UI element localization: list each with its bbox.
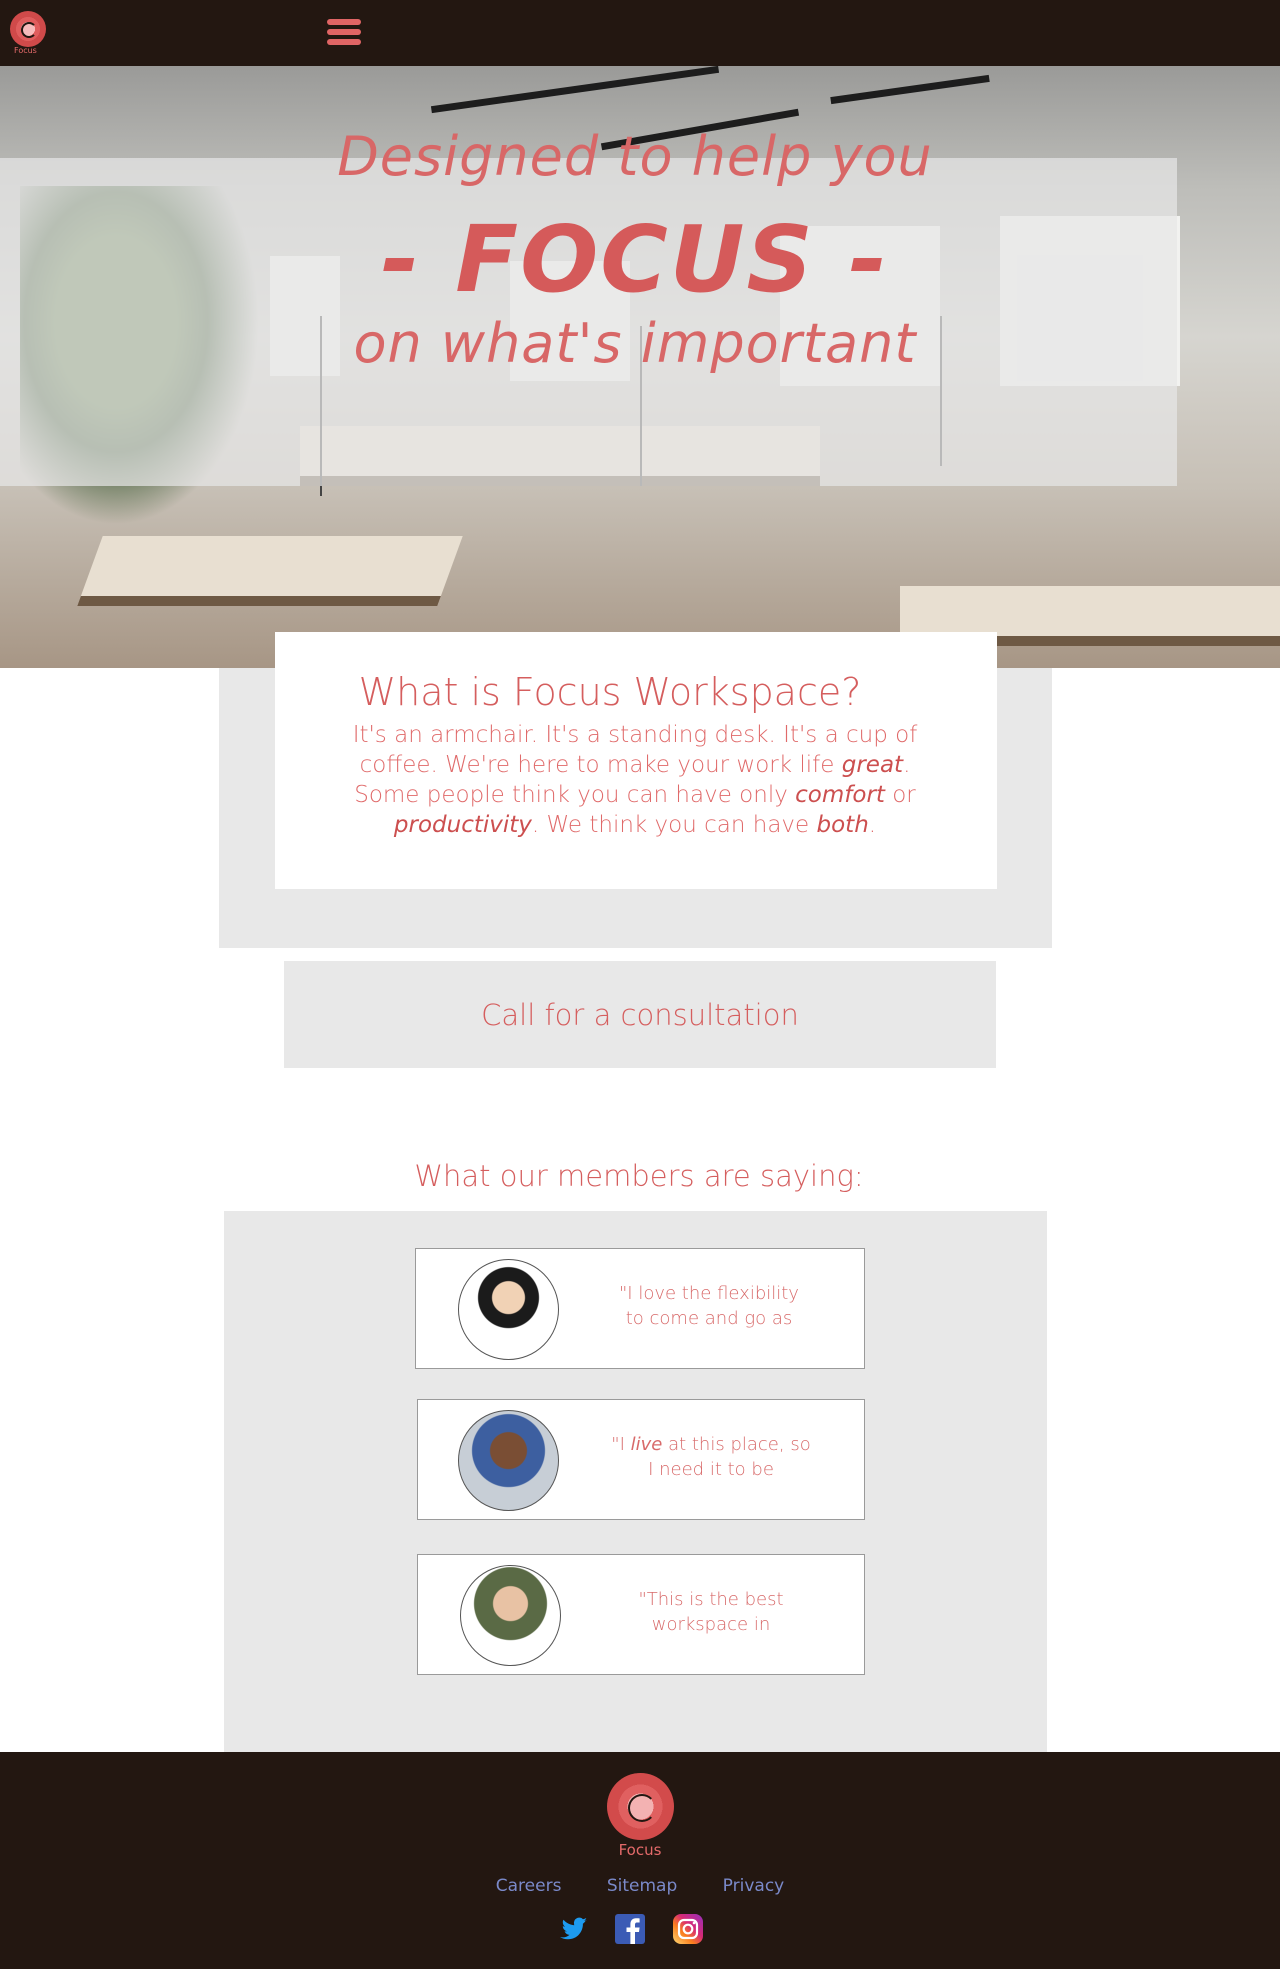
member-avatar bbox=[458, 1410, 559, 1511]
member-avatar bbox=[458, 1259, 559, 1360]
footer: Focus Careers Sitemap Privacy bbox=[0, 1752, 1280, 1969]
footer-link-privacy[interactable]: Privacy bbox=[723, 1876, 785, 1896]
testimonial-quote: "I love the flexibility to come and go a… bbox=[619, 1283, 799, 1329]
hero-headline: - FOCUS - bbox=[381, 206, 889, 313]
consultation-button[interactable]: Call for a consultation bbox=[284, 961, 996, 1068]
testimonial-card: "I live at this place, so I need it to b… bbox=[417, 1399, 865, 1520]
hero-tagline-bottom: on what's important bbox=[353, 312, 917, 375]
twitter-icon[interactable] bbox=[557, 1913, 589, 1945]
top-navbar: Focus bbox=[0, 0, 1280, 66]
focus-logo-icon[interactable] bbox=[10, 11, 46, 47]
hamburger-menu-icon[interactable] bbox=[327, 19, 361, 45]
facebook-icon[interactable] bbox=[614, 1913, 646, 1945]
testimonial-quote: "I live at this place, so I need it to b… bbox=[611, 1434, 811, 1480]
footer-link-sitemap[interactable]: Sitemap bbox=[607, 1876, 677, 1896]
about-body: It's an armchair. It's a standing desk. … bbox=[352, 722, 918, 838]
footer-logo-label: Focus bbox=[618, 1841, 662, 1859]
instagram-icon[interactable] bbox=[672, 1913, 704, 1945]
about-title: What is Focus Workspace? bbox=[358, 670, 862, 714]
logo-label: Focus bbox=[14, 46, 37, 55]
footer-link-careers[interactable]: Careers bbox=[496, 1876, 562, 1896]
footer-links: Careers Sitemap Privacy bbox=[0, 1876, 1280, 1896]
testimonial-quote: "This is the best workspace in bbox=[638, 1589, 784, 1635]
hero-tagline-top: Designed to help you bbox=[337, 125, 933, 188]
testimonial-card: "I love the flexibility to come and go a… bbox=[415, 1248, 865, 1369]
focus-logo-icon[interactable] bbox=[607, 1773, 674, 1840]
member-avatar bbox=[460, 1565, 561, 1666]
testimonial-card: "This is the best workspace in bbox=[417, 1554, 865, 1675]
testimonials-title: What our members are saying: bbox=[414, 1159, 864, 1193]
